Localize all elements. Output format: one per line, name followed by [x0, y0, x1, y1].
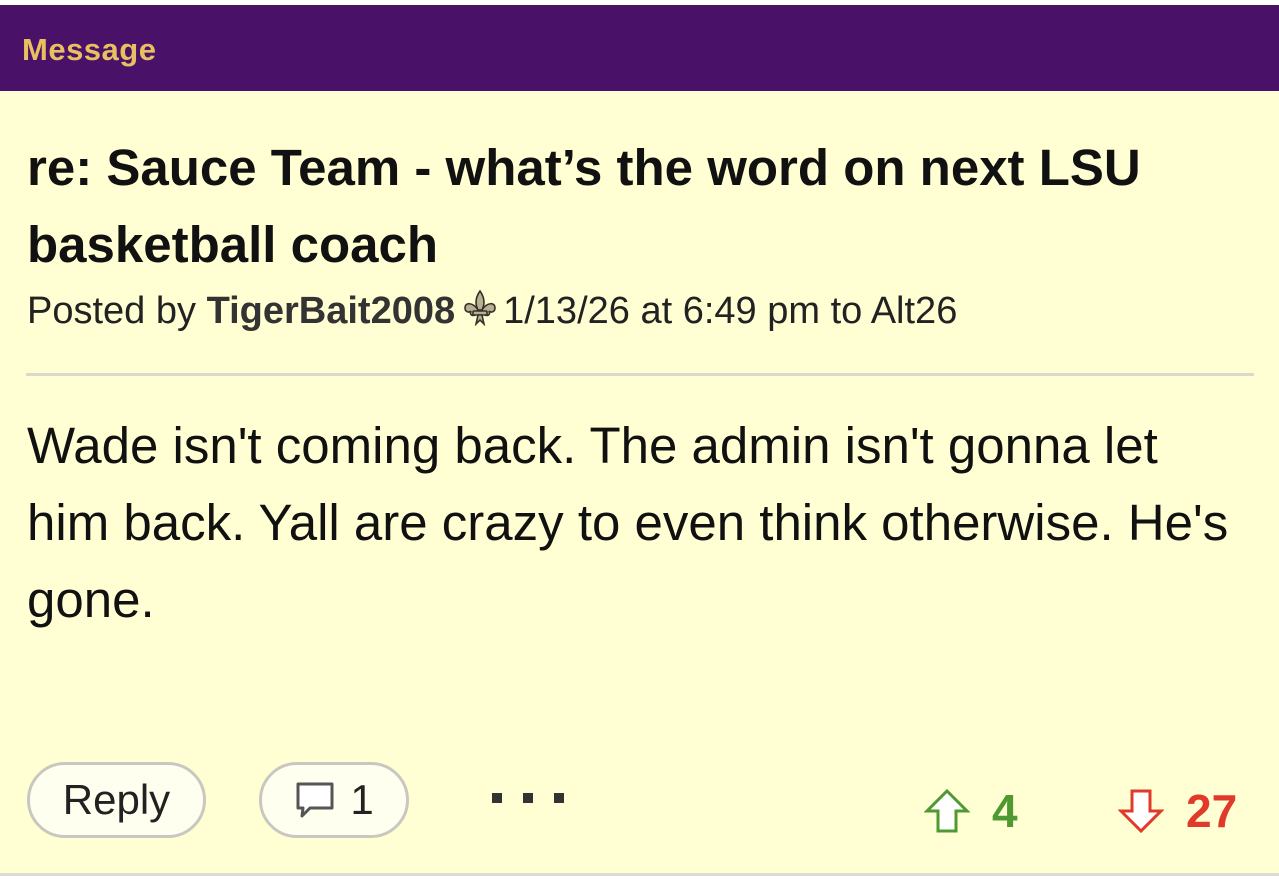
- up-arrow-icon: [924, 788, 970, 833]
- comment-count: 1: [350, 776, 374, 823]
- post-subject: re: Sauce Team - what’s the word on next…: [27, 139, 1141, 273]
- reply-label: Reply: [62, 776, 171, 823]
- bottom-border: [0, 873, 1279, 876]
- ellipsis-dot: [523, 793, 533, 803]
- downvote-count: 27: [1186, 785, 1238, 837]
- speech-bubble-icon: [296, 782, 334, 818]
- author-link[interactable]: TigerBait2008: [207, 290, 456, 332]
- divider: [26, 373, 1254, 376]
- message-header: Message: [0, 5, 1279, 91]
- byline-prefix: Posted by: [27, 290, 207, 332]
- ellipsis-dot: [492, 793, 502, 803]
- byline-suffix: 1/13/26 at 6:49 pm to Alt26: [503, 290, 958, 332]
- down-arrow-icon: [1118, 789, 1164, 834]
- ellipsis-icon[interactable]: [492, 783, 564, 813]
- reply-button[interactable]: Reply: [27, 762, 206, 838]
- upvote-button[interactable]: 4: [924, 783, 1018, 839]
- downvote-button[interactable]: 27: [1118, 783, 1237, 839]
- ellipsis-dot: [554, 793, 564, 803]
- post-byline: Posted by TigerBait2008 1/13/26 at 6:49 …: [27, 289, 958, 336]
- comments-button[interactable]: 1: [259, 762, 409, 838]
- fleur-de-lis-icon: [463, 289, 497, 336]
- message-card: Message re: Sauce Team - what’s the word…: [0, 5, 1279, 873]
- post-body: Wade isn't coming back. The admin isn't …: [27, 417, 1229, 628]
- header-title: Message: [22, 32, 157, 67]
- upvote-count: 4: [992, 785, 1018, 837]
